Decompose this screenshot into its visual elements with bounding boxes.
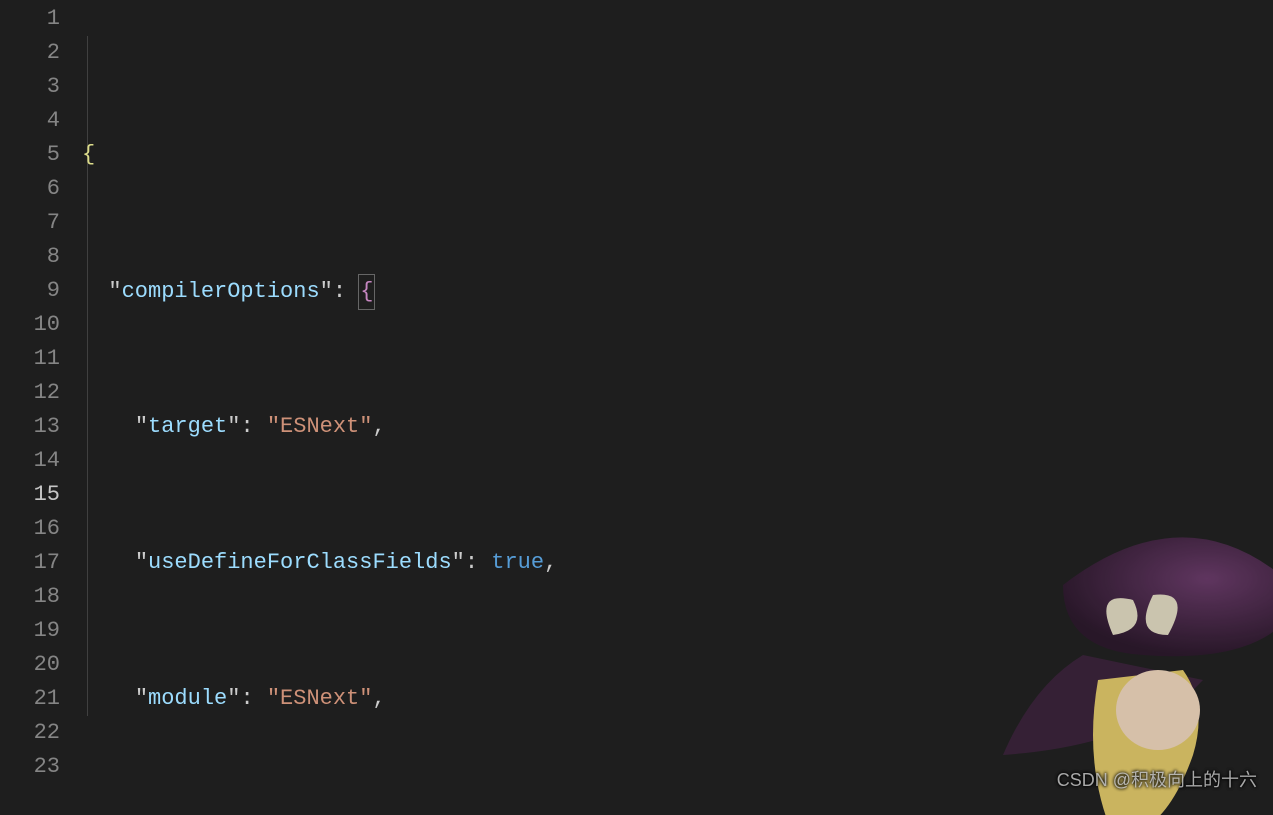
line-number: 6 bbox=[0, 172, 60, 206]
line-number: 5 bbox=[0, 138, 60, 172]
line-number: 8 bbox=[0, 240, 60, 274]
code-area[interactable]: { "compilerOptions": { "target": "ESNext… bbox=[82, 2, 1273, 815]
line-number: 17 bbox=[0, 546, 60, 580]
line-number: 14 bbox=[0, 444, 60, 478]
line-number: 19 bbox=[0, 614, 60, 648]
line-number: 20 bbox=[0, 648, 60, 682]
code-line[interactable]: "compilerOptions": { bbox=[82, 274, 1273, 308]
code-line[interactable]: "module": "ESNext", bbox=[82, 682, 1273, 716]
watermark-text: CSDN @积极向上的十六 bbox=[1057, 763, 1257, 797]
line-number: 15 bbox=[0, 478, 60, 512]
line-number: 10 bbox=[0, 308, 60, 342]
line-number: 4 bbox=[0, 104, 60, 138]
code-line[interactable]: "useDefineForClassFields": true, bbox=[82, 546, 1273, 580]
code-line[interactable]: { bbox=[82, 138, 1273, 172]
line-number: 18 bbox=[0, 580, 60, 614]
line-number: 3 bbox=[0, 70, 60, 104]
line-number: 16 bbox=[0, 512, 60, 546]
line-number: 7 bbox=[0, 206, 60, 240]
line-number: 23 bbox=[0, 750, 60, 784]
line-number: 21 bbox=[0, 682, 60, 716]
code-line[interactable]: "target": "ESNext", bbox=[82, 410, 1273, 444]
line-number: 11 bbox=[0, 342, 60, 376]
line-number: 13 bbox=[0, 410, 60, 444]
line-number: 12 bbox=[0, 376, 60, 410]
line-number: 22 bbox=[0, 716, 60, 750]
line-number: 9 bbox=[0, 274, 60, 308]
line-number: 1 bbox=[0, 2, 60, 36]
code-editor[interactable]: 1234567891011121314151617181920212223 { … bbox=[0, 0, 1273, 815]
line-number-gutter: 1234567891011121314151617181920212223 bbox=[0, 2, 82, 815]
line-number: 2 bbox=[0, 36, 60, 70]
